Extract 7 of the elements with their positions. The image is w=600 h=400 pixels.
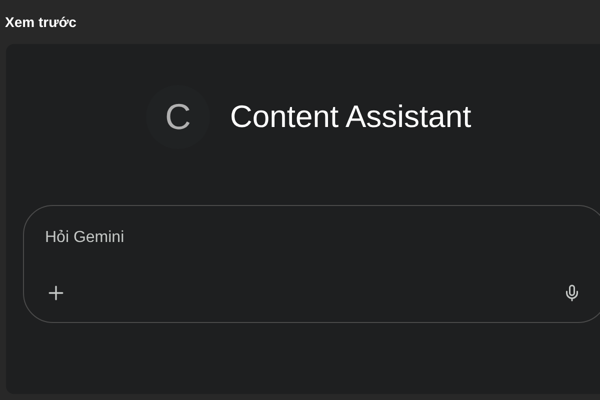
microphone-icon bbox=[563, 284, 581, 302]
prompt-field[interactable]: Hỏi Gemini bbox=[23, 205, 600, 323]
assistant-name: Content Assistant bbox=[230, 98, 472, 136]
preview-title: Xem trước bbox=[5, 12, 76, 32]
avatar-letter: C bbox=[165, 95, 191, 139]
microphone-button[interactable] bbox=[563, 284, 581, 302]
prompt-input[interactable]: Hỏi Gemini bbox=[45, 226, 586, 250]
